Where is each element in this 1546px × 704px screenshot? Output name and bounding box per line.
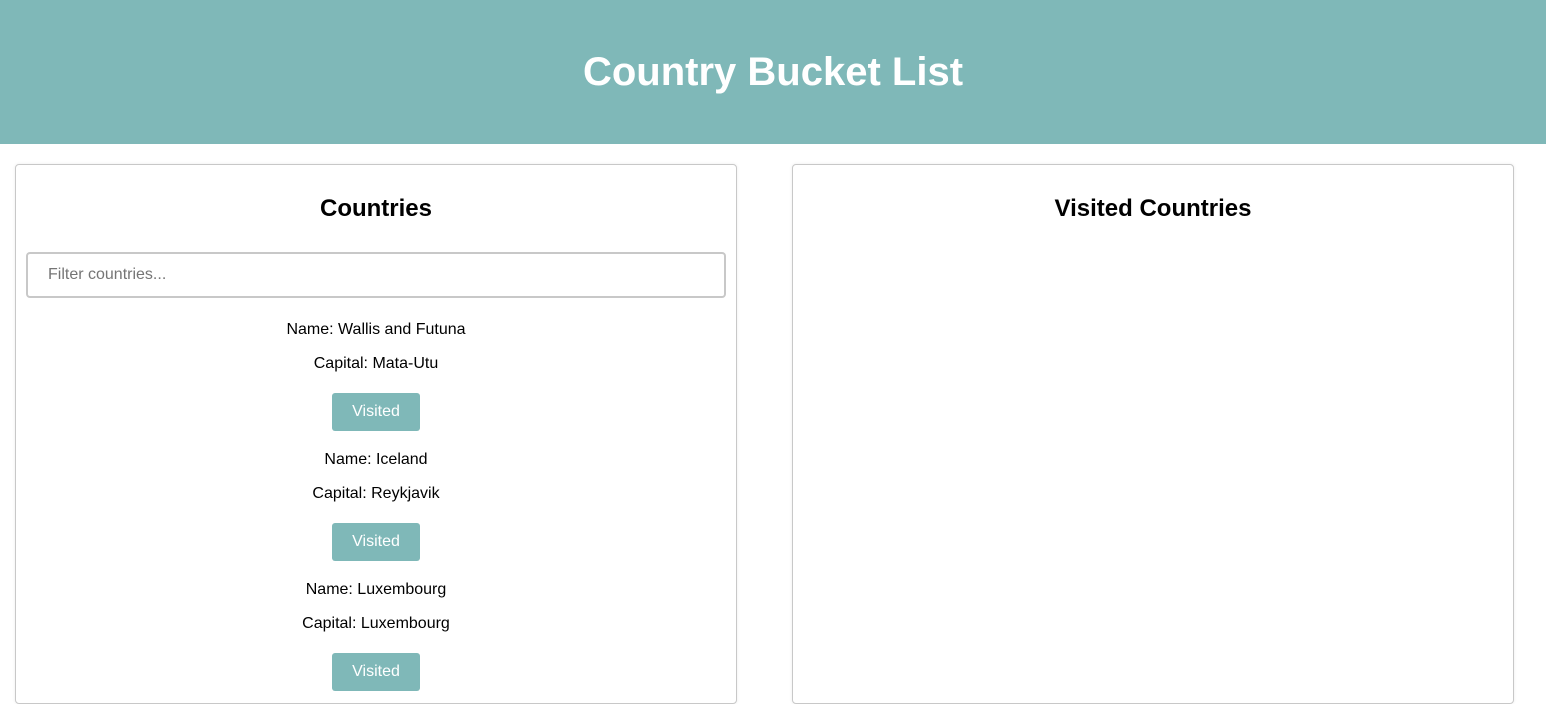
country-name: Name: Iceland (324, 451, 428, 468)
visited-countries-panel: Visited Countries (792, 164, 1514, 704)
country-name: Name: Wallis and Futuna (286, 321, 466, 338)
country-item-iceland: Name: Iceland Capital: Reykjavik Visited (16, 443, 736, 573)
country-capital: Capital: Luxembourg (302, 615, 450, 632)
country-item-wallis-and-futuna: Name: Wallis and Futuna Capital: Mata-Ut… (16, 313, 736, 443)
countries-panel: Countries Name: Wallis and Futuna Capita… (15, 164, 737, 704)
page-title: Country Bucket List (582, 49, 964, 94)
country-capital: Capital: Reykjavik (312, 485, 440, 502)
visited-button[interactable]: Visited (332, 523, 420, 561)
visited-countries-heading: Visited Countries (1054, 195, 1252, 222)
filter-countries-input[interactable] (26, 252, 726, 298)
visited-button[interactable]: Visited (332, 653, 420, 691)
country-name: Name: Luxembourg (305, 581, 447, 598)
countries-heading: Countries (319, 195, 432, 222)
country-capital: Capital: Mata-Utu (313, 355, 439, 372)
country-list: Name: Wallis and Futuna Capital: Mata-Ut… (16, 313, 736, 703)
app-header: Country Bucket List (0, 0, 1546, 144)
country-item-luxembourg: Name: Luxembourg Capital: Luxembourg Vis… (16, 573, 736, 703)
visited-button[interactable]: Visited (332, 393, 420, 431)
